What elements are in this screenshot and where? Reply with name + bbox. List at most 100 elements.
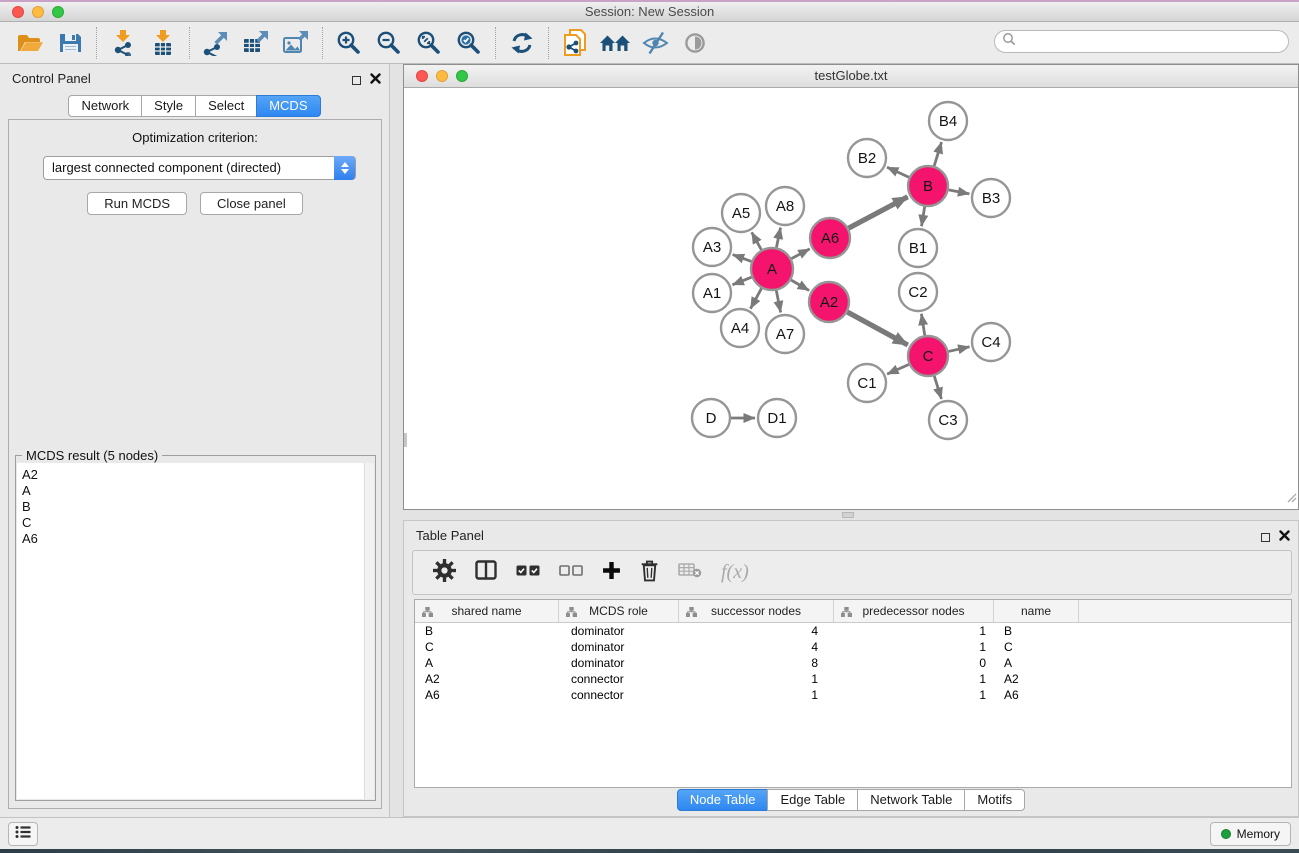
network-minimize-button[interactable] xyxy=(436,70,448,82)
edge-A-A5[interactable] xyxy=(752,232,762,250)
canvas-scroll-tick[interactable] xyxy=(404,433,407,447)
edge-A-A2[interactable] xyxy=(791,280,809,290)
result-item[interactable]: A xyxy=(22,483,364,499)
edge-A-A7[interactable] xyxy=(776,291,780,313)
open-session-icon[interactable] xyxy=(10,25,50,61)
node-table[interactable]: shared nameMCDS rolesuccessor nodesprede… xyxy=(414,599,1292,788)
edge-B-B3[interactable] xyxy=(949,190,970,194)
minimize-window-button[interactable] xyxy=(32,6,44,18)
window-resize-grip[interactable] xyxy=(1285,490,1297,508)
save-session-icon[interactable] xyxy=(50,25,90,61)
zoom-in-icon[interactable] xyxy=(329,25,369,61)
show-columns-icon[interactable] xyxy=(475,560,497,585)
edge-A-A8[interactable] xyxy=(776,228,780,248)
table-tab-node-table[interactable]: Node Table xyxy=(677,789,769,811)
zoom-out-icon[interactable] xyxy=(369,25,409,61)
edge-B-B1[interactable] xyxy=(922,207,925,227)
node-C[interactable]: C xyxy=(908,336,948,376)
column-header-predecessor-nodes[interactable]: predecessor nodes xyxy=(834,600,994,622)
float-panel-icon[interactable] xyxy=(352,76,361,85)
tab-network[interactable]: Network xyxy=(68,95,142,117)
node-C1[interactable]: C1 xyxy=(848,364,886,402)
import-table-icon[interactable] xyxy=(143,25,183,61)
show-graphics-details-icon[interactable] xyxy=(675,25,715,61)
zoom-window-button[interactable] xyxy=(52,6,64,18)
node-B1[interactable]: B1 xyxy=(899,229,937,267)
float-table-panel-icon[interactable] xyxy=(1261,533,1270,542)
column-header-MCDS-role[interactable]: MCDS role xyxy=(559,600,679,622)
table-row[interactable]: Adominator80A xyxy=(415,655,1291,671)
edge-A-A6[interactable] xyxy=(791,249,809,259)
edge-A-A3[interactable] xyxy=(733,255,752,262)
table-row[interactable]: Cdominator41C xyxy=(415,639,1291,655)
result-item[interactable]: B xyxy=(22,499,364,515)
column-header-successor-nodes[interactable]: successor nodes xyxy=(679,600,834,622)
result-scrollbar[interactable] xyxy=(364,463,374,799)
hide-graphics-details-icon[interactable] xyxy=(635,25,675,61)
node-C2[interactable]: C2 xyxy=(899,273,937,311)
edge-C-C3[interactable] xyxy=(934,376,941,399)
result-item[interactable]: C xyxy=(22,515,364,531)
edge-C-C2[interactable] xyxy=(921,314,924,336)
first-neighbors-icon[interactable] xyxy=(595,25,635,61)
node-C4[interactable]: C4 xyxy=(972,323,1010,361)
network-canvas[interactable]: AA1A2A3A4A5A6A7A8BB1B2B3B4CC1C2C3C4DD1 xyxy=(404,88,1298,509)
node-A2[interactable]: A2 xyxy=(809,282,849,322)
edge-B-B4[interactable] xyxy=(934,142,941,166)
edge-C-C4[interactable] xyxy=(948,347,969,352)
memory-button[interactable]: Memory xyxy=(1210,822,1291,846)
zoom-fit-icon[interactable] xyxy=(409,25,449,61)
node-A3[interactable]: A3 xyxy=(693,228,731,266)
export-image-icon[interactable] xyxy=(276,25,316,61)
node-B3[interactable]: B3 xyxy=(972,179,1010,217)
close-panel-button[interactable]: Close panel xyxy=(200,192,303,215)
node-A4[interactable]: A4 xyxy=(721,309,759,347)
tab-style[interactable]: Style xyxy=(141,95,196,117)
edge-B-B2[interactable] xyxy=(887,167,909,177)
splitpane-divider-handle[interactable] xyxy=(842,512,854,518)
apply-function-fx-icon[interactable]: f(x) xyxy=(721,561,749,584)
edge-A-A4[interactable] xyxy=(750,288,761,308)
table-tab-motifs[interactable]: Motifs xyxy=(964,789,1025,811)
delete-column-trash-icon[interactable] xyxy=(640,559,659,587)
edge-A2-C[interactable] xyxy=(847,312,907,345)
delete-table-icon[interactable] xyxy=(678,562,702,584)
mcds-result-list[interactable]: A2ABCA6 xyxy=(17,463,364,799)
edge-A-A1[interactable] xyxy=(732,277,751,285)
select-all-rows-icon[interactable] xyxy=(516,564,540,582)
export-network-icon[interactable] xyxy=(196,25,236,61)
column-header-name[interactable]: name xyxy=(994,600,1079,622)
run-mcds-button[interactable]: Run MCDS xyxy=(87,192,187,215)
network-zoom-button[interactable] xyxy=(456,70,468,82)
edge-C-C1[interactable] xyxy=(887,364,909,374)
node-B4[interactable]: B4 xyxy=(929,102,967,140)
result-item[interactable]: A2 xyxy=(22,467,364,483)
network-window-titlebar[interactable]: testGlobe.txt xyxy=(404,65,1298,88)
table-row[interactable]: A2connector11A2 xyxy=(415,671,1291,687)
close-panel-icon[interactable] xyxy=(370,71,381,89)
refresh-icon[interactable] xyxy=(502,25,542,61)
task-history-button[interactable] xyxy=(8,822,38,846)
node-A[interactable]: A xyxy=(751,248,793,290)
clone-network-icon[interactable] xyxy=(555,25,595,61)
table-settings-gear-icon[interactable] xyxy=(433,559,456,587)
zoom-selected-icon[interactable] xyxy=(449,25,489,61)
column-header-shared-name[interactable]: shared name xyxy=(415,600,559,622)
criterion-select[interactable]: largest connected component (directed) xyxy=(43,156,356,180)
result-item[interactable]: A6 xyxy=(22,531,364,547)
search-field[interactable] xyxy=(994,30,1289,53)
import-network-icon[interactable] xyxy=(103,25,143,61)
search-input[interactable] xyxy=(1020,35,1288,49)
node-D[interactable]: D xyxy=(692,399,730,437)
node-C3[interactable]: C3 xyxy=(929,401,967,439)
edge-A6-B[interactable] xyxy=(849,197,908,228)
table-tab-edge-table[interactable]: Edge Table xyxy=(767,789,858,811)
network-close-button[interactable] xyxy=(416,70,428,82)
create-column-plus-icon[interactable] xyxy=(602,561,621,585)
node-A1[interactable]: A1 xyxy=(693,274,731,312)
tab-select[interactable]: Select xyxy=(195,95,257,117)
table-tab-network-table[interactable]: Network Table xyxy=(857,789,965,811)
table-row[interactable]: A6connector11A6 xyxy=(415,687,1291,703)
export-table-icon[interactable] xyxy=(236,25,276,61)
node-B[interactable]: B xyxy=(908,166,948,206)
